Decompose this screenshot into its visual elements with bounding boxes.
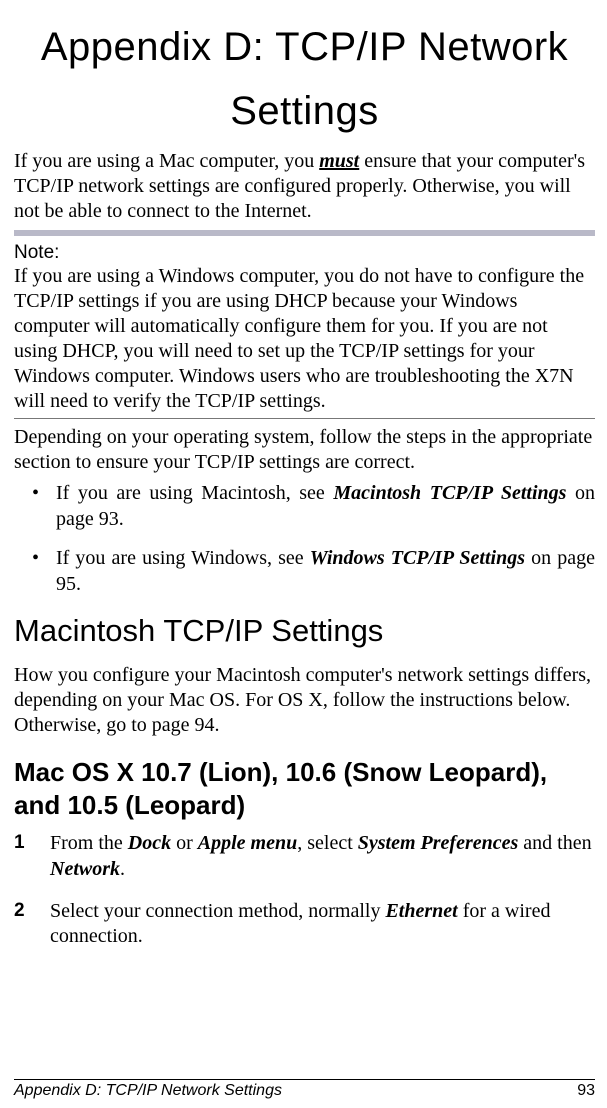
step-bold-text: System Preferences: [358, 832, 519, 854]
step-text: .: [120, 858, 125, 880]
section-body: How you configure your Macintosh compute…: [14, 663, 595, 738]
step-text: , select: [297, 832, 358, 854]
step-text: Select your connection method, normally: [50, 900, 385, 922]
steps-list: From the Dock or Apple menu, select Syst…: [14, 831, 595, 949]
bullet-item: If you are using Macintosh, see Macintos…: [14, 481, 595, 532]
footer-title: Appendix D: TCP/IP Network Settings: [14, 1082, 282, 1100]
step-bold-text: Dock: [128, 832, 171, 854]
subsection-heading: Mac OS X 10.7 (Lion), 10.6 (Snow Leopard…: [14, 756, 595, 821]
step-text: From the: [50, 832, 128, 854]
section-heading: Macintosh TCP/IP Settings: [14, 613, 595, 649]
page-title: Appendix D: TCP/IP Network Settings: [14, 15, 595, 143]
bullet-bold: Windows TCP/IP Settings: [310, 547, 525, 569]
bullet-pre: If you are using Macintosh, see: [56, 482, 333, 504]
bullet-list: If you are using Macintosh, see Macintos…: [14, 481, 595, 597]
page-footer: Appendix D: TCP/IP Network Settings 93: [14, 1079, 595, 1100]
divider-thick: [14, 230, 595, 236]
note-body: If you are using a Windows computer, you…: [14, 264, 595, 414]
footer-page-number: 93: [577, 1082, 595, 1100]
depending-paragraph: Depending on your operating system, foll…: [14, 425, 595, 475]
step-bold-text: Ethernet: [385, 900, 457, 922]
bullet-bold: Macintosh TCP/IP Settings: [333, 482, 566, 504]
step-bold-text: Network: [50, 858, 120, 880]
intro-paragraph: If you are using a Mac computer, you mus…: [14, 149, 595, 224]
step-bold-text: Apple menu: [198, 832, 297, 854]
note-label: Note:: [14, 242, 595, 264]
step-text: and then: [518, 832, 591, 854]
intro-pre: If you are using a Mac computer, you: [14, 150, 319, 172]
step-text: or: [171, 832, 198, 854]
step-item: From the Dock or Apple menu, select Syst…: [14, 831, 595, 882]
bullet-item: If you are using Windows, see Windows TC…: [14, 546, 595, 597]
bullet-pre: If you are using Windows, see: [56, 547, 310, 569]
step-item: Select your connection method, normally …: [14, 899, 595, 950]
intro-must: must: [319, 150, 359, 172]
divider-thin: [14, 418, 595, 419]
